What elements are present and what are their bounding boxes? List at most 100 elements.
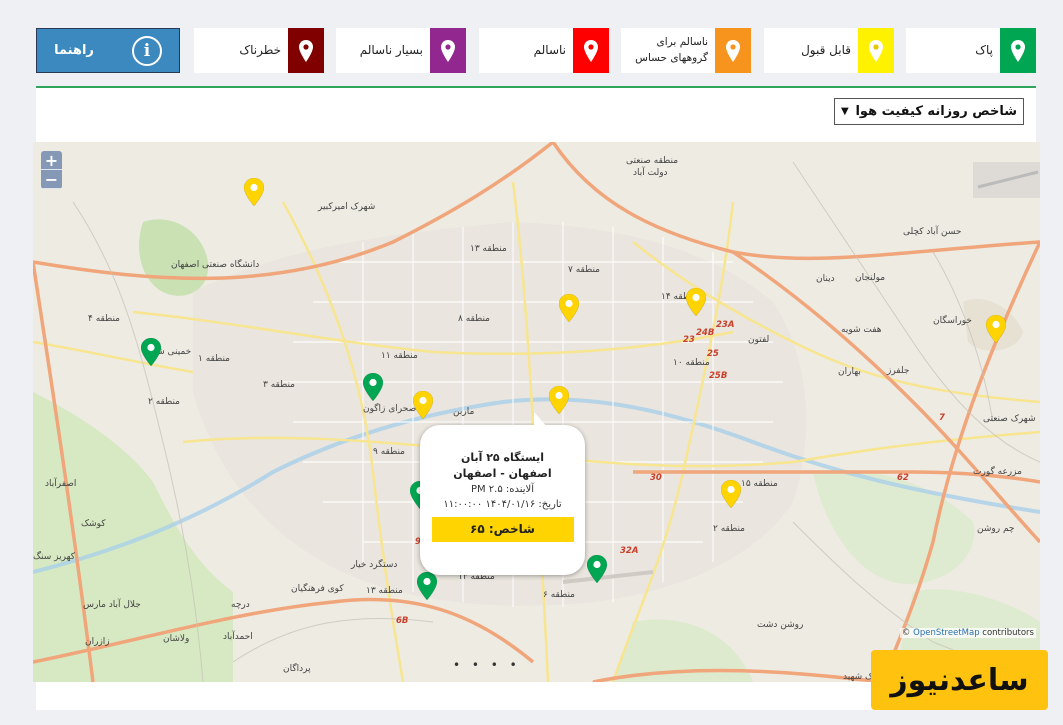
- map-place-label: زازران: [85, 637, 110, 647]
- zoom-in-button[interactable]: +: [41, 151, 62, 170]
- map-place-label: منطقه ۲: [148, 397, 181, 407]
- zoom-out-button[interactable]: −: [41, 170, 62, 189]
- map-place-label: ولاشان: [163, 634, 190, 644]
- map-pin-icon: [412, 390, 434, 420]
- legend-label-unhealthy: ناسالم: [533, 42, 566, 57]
- location-pin-icon: [1000, 28, 1036, 73]
- popup-city: اصفهان - اصفهان: [453, 467, 552, 480]
- map-place-label: کهریز سنگ: [33, 552, 76, 562]
- map-place-label: منطقه ۷: [568, 265, 601, 275]
- info-icon: i: [131, 35, 162, 66]
- map-place-label: جلال آباد مارس: [83, 600, 141, 610]
- map-place-label: منطقه ۹: [373, 447, 406, 457]
- map-place-label: احمدآباد: [223, 632, 253, 642]
- map-place-label: منطقه ۸: [458, 314, 491, 324]
- location-pin-icon: [858, 28, 894, 73]
- index-type-select[interactable]: ▼ شاخص روزانه کیفیت هوا: [834, 98, 1024, 125]
- road-number-label: 30: [650, 473, 662, 483]
- legend-item-sensitive: ناسالم برای گروههای حساس: [621, 28, 751, 73]
- popup-pollutant: آلاینده: PM ۲.۵: [470, 484, 535, 495]
- map-pin-icon: [558, 293, 580, 323]
- map-place-label: صحرای زاگون: [363, 404, 417, 414]
- chevron-down-icon: ▼: [841, 106, 849, 117]
- map-place-label: دولت آباد: [633, 168, 668, 178]
- station-popup: ایستگاه ۲۵ آبان اصفهان - اصفهان آلاینده:…: [420, 412, 585, 575]
- osm-link[interactable]: OpenStreetMap: [913, 628, 979, 638]
- map-place-label: منطقه ۱۳: [366, 586, 403, 596]
- map-place-label: روشن دشت: [757, 620, 804, 630]
- legend-label-hazardous: خطرناک: [239, 42, 281, 57]
- map-place-label: منطقه صنعتی: [626, 156, 679, 166]
- legend-item-unhealthy: ناسالم: [479, 28, 609, 73]
- map-place-label: ماربن: [453, 407, 475, 417]
- marker-mantaqe-11[interactable]: [362, 372, 384, 402]
- index-type-value: شاخص روزانه کیفیت هوا: [855, 104, 1017, 119]
- legend-label-acceptable: قابل قبول: [801, 42, 851, 57]
- map-place-label: دینان: [816, 274, 835, 284]
- road-number-label: 23A: [716, 320, 735, 330]
- map-place-label: مولنجان: [855, 273, 886, 283]
- attribution-suffix: contributors: [979, 628, 1034, 638]
- map-pin-icon: [243, 177, 265, 207]
- map-place-label: مزرعه گورت: [973, 467, 1022, 477]
- marker-mantaqe-6[interactable]: [586, 554, 608, 584]
- map-pin-icon: [985, 314, 1007, 344]
- air-quality-map[interactable]: + − منطقه صنعتی دولت آباد منطقه ۱۳ منطقه ۷ م…: [33, 142, 1040, 682]
- map-place-label: منطقه ۴: [88, 314, 121, 324]
- marker-25-aban[interactable]: [548, 385, 570, 415]
- map-place-label: منطقه ۶: [543, 590, 576, 600]
- map-place-label: منطقه ۱۰: [673, 358, 710, 368]
- help-button[interactable]: راهنما i: [36, 28, 180, 73]
- marker-khomeini-shahr[interactable]: [140, 337, 162, 367]
- location-pin-icon: [573, 28, 609, 73]
- map-place-label: چم روشن: [977, 524, 1015, 534]
- marker-north-west[interactable]: [243, 177, 265, 207]
- brand-name: ساعدنیوز: [890, 662, 1029, 698]
- map-place-label: پرداگان: [283, 664, 311, 674]
- map-place-label: دستگرد خیار: [351, 560, 398, 570]
- marker-mantaqe-15[interactable]: [720, 479, 742, 509]
- marker-mantaqe-14[interactable]: [685, 287, 707, 317]
- road-number-label: 32A: [620, 546, 639, 556]
- map-place-label: منطقه ۱: [198, 354, 231, 364]
- map-place-label: لفتون: [748, 335, 770, 345]
- map-pin-icon: [548, 385, 570, 415]
- map-place-label: هفت شویه: [841, 325, 882, 335]
- popup-tip: [534, 412, 547, 427]
- aqi-legend: راهنما i خطرناک بسیار ناسالم ناسالم ناسا…: [36, 28, 1036, 74]
- legend-label-very-unhealthy: بسیار ناسالم: [359, 42, 423, 57]
- map-place-label: خوراسگان: [933, 316, 972, 326]
- road-number-label: 25B: [709, 371, 728, 381]
- legend-item-hazardous: خطرناک: [194, 28, 324, 73]
- map-place-label: منطقه ۱۱: [381, 351, 418, 361]
- map-place-label: دانشگاه صنعتی اصفهان: [171, 260, 260, 270]
- marker-mantaqe-7[interactable]: [558, 293, 580, 323]
- location-pin-icon: [715, 28, 751, 73]
- map-place-label: درچه: [231, 600, 250, 610]
- map-place-label: شهرک امیرکبیر: [318, 202, 376, 212]
- legend-item-clean: پاک: [906, 28, 1036, 73]
- legend-item-very-unhealthy: بسیار ناسالم: [336, 28, 466, 73]
- map-attribution: © OpenStreetMap contributors: [899, 628, 1036, 638]
- zoom-control[interactable]: + −: [41, 151, 62, 189]
- map-place-label: منطقه ۱۳: [470, 244, 507, 254]
- map-place-label: اصفرآباد: [45, 479, 77, 489]
- map-place-label: منطقه ۱۵: [741, 479, 778, 489]
- map-place-label: حسن آباد کچلی: [903, 227, 962, 237]
- popup-index-badge: شاخص: ۶۵: [431, 517, 574, 542]
- map-pin-icon: [720, 479, 742, 509]
- legend-label-sensitive: ناسالم برای گروههای حساس: [635, 36, 708, 64]
- road-number-label: 7: [939, 413, 945, 423]
- map-place-label: کوشک: [81, 519, 106, 529]
- marker-khorasgan[interactable]: [985, 314, 1007, 344]
- popup-date: تاریخ: ۱۴۰۴/۰۱/۱۶ ۱۱:۰۰:۰۰: [443, 499, 562, 510]
- marker-mantaqe-13[interactable]: [416, 571, 438, 601]
- map-pin-icon: [416, 571, 438, 601]
- location-pin-icon: [288, 28, 324, 73]
- road-number-label: 62: [897, 473, 909, 483]
- road-number-label: 24B: [696, 328, 715, 338]
- popup-station-name: ایستگاه ۲۵ آبان: [460, 451, 545, 464]
- marker-sahra-zagon[interactable]: [412, 390, 434, 420]
- brand-watermark: ساعدنیوز: [871, 650, 1048, 710]
- help-button-label: راهنما: [54, 43, 94, 58]
